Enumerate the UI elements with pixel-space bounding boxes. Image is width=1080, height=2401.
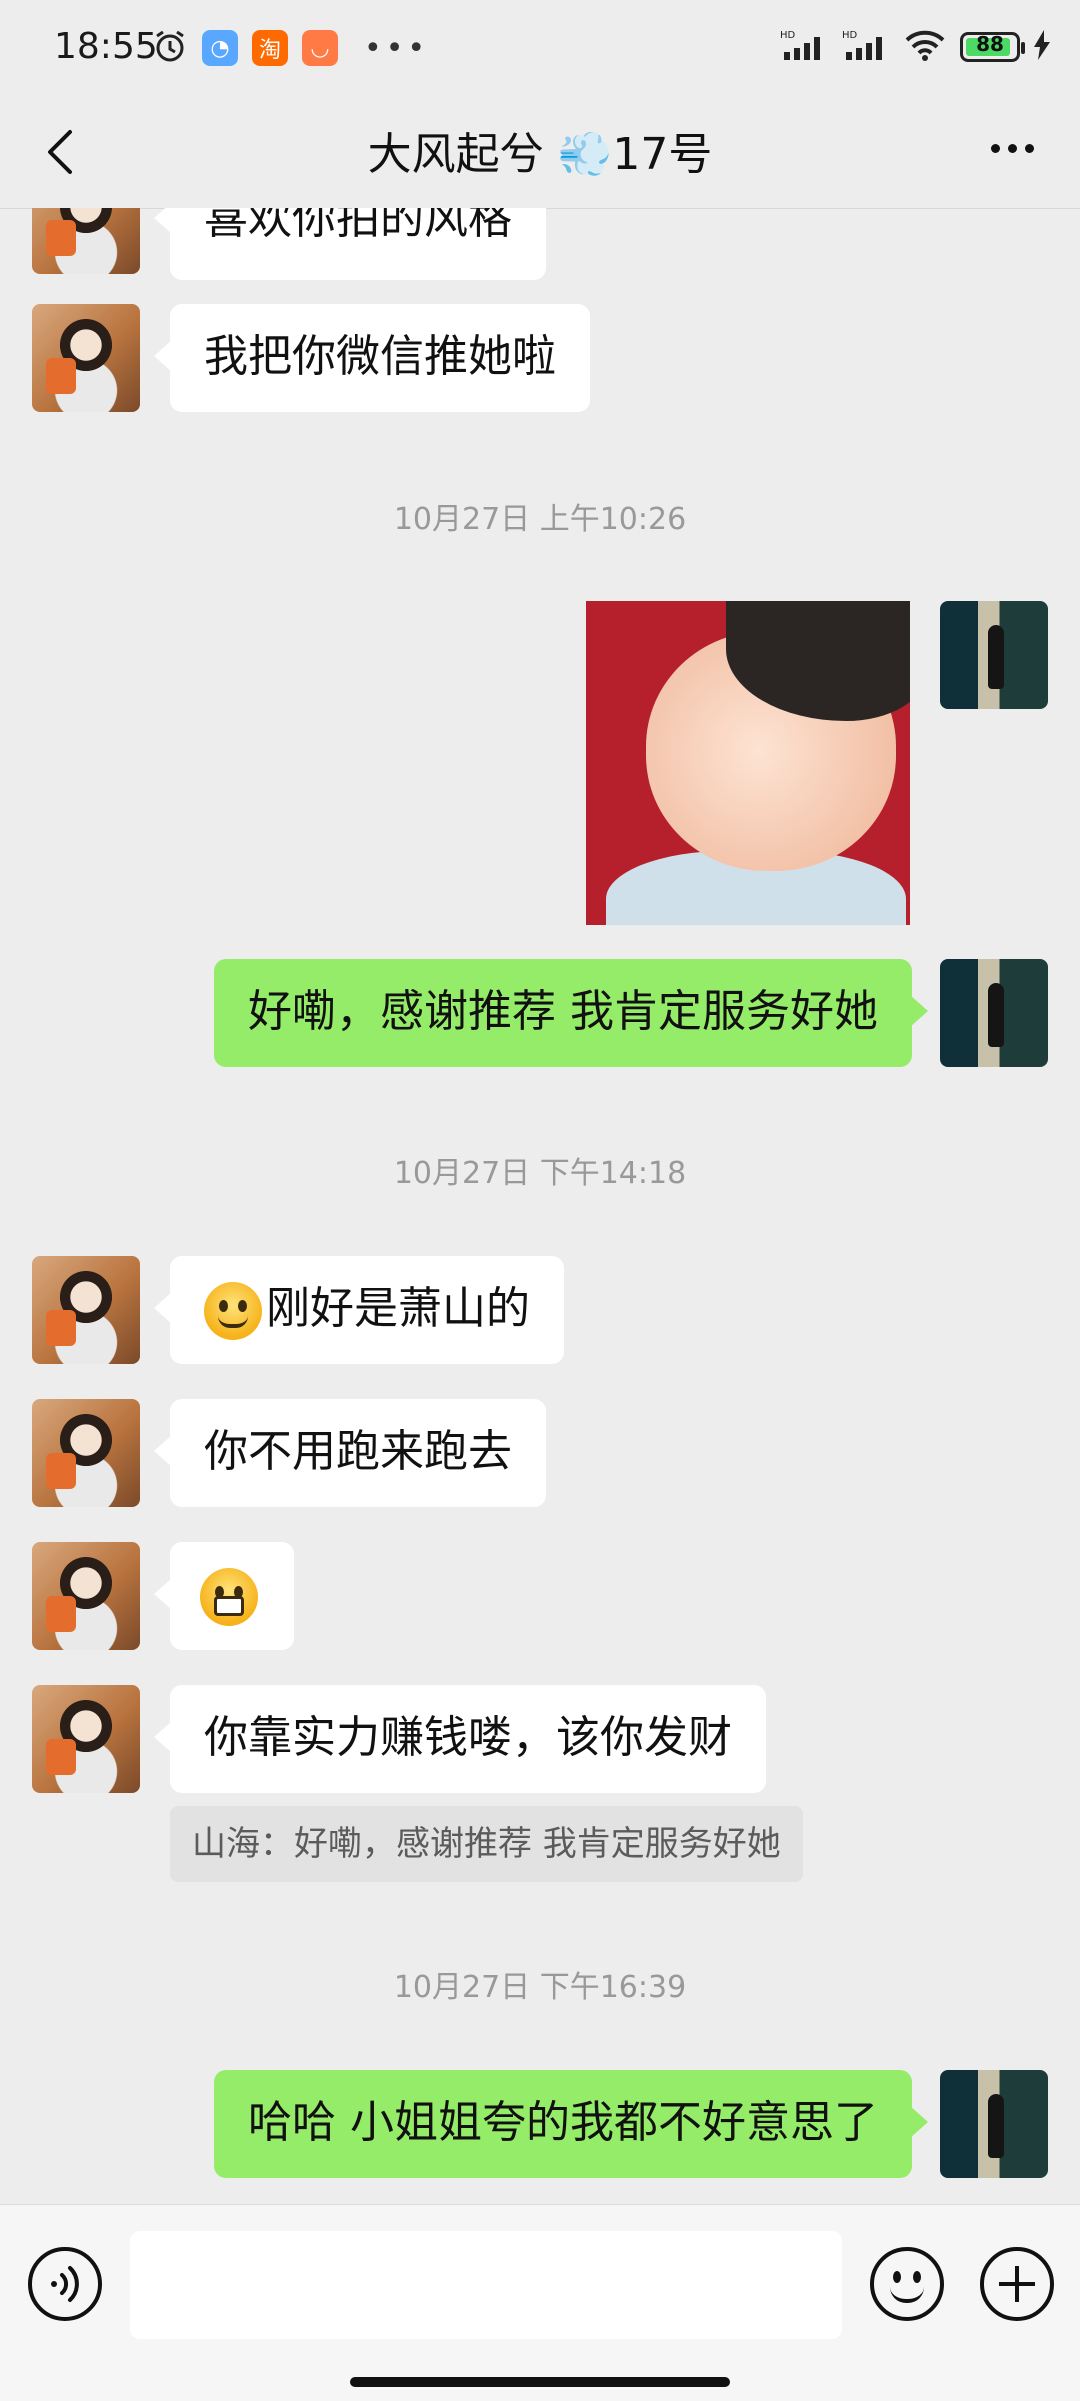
outgoing-message[interactable]: 哈哈 小姐姐夸的我都不好意思了	[214, 2070, 928, 2178]
more-notifications-icon: •••	[364, 30, 430, 66]
status-bar: 18:55 ◔ 淘 ◡ ••• HD HD 88	[0, 0, 1080, 96]
signal-icon-2: HD	[842, 28, 890, 66]
outgoing-message[interactable]: 好嘞，感谢推荐 我肯定服务好她	[214, 959, 928, 1067]
laughing-baby-sticker[interactable]	[586, 601, 910, 925]
svg-text:HD: HD	[780, 30, 796, 41]
timestamp: 10月27日 下午16:39	[393, 1970, 687, 2005]
app-notification-icon: ◔	[202, 30, 238, 66]
incoming-emoji-message[interactable]	[154, 1542, 294, 1650]
battery-level: 88	[976, 32, 1004, 56]
incoming-message[interactable]: 刚好是萧山的	[154, 1256, 564, 1364]
grin-emoji-icon	[200, 1568, 258, 1626]
contact-avatar[interactable]	[32, 304, 140, 412]
chat-header: 大风起兮 💨17号	[0, 96, 1080, 209]
alarm-icon	[152, 28, 188, 68]
incoming-message[interactable]: 喜欢你拍的风格	[154, 208, 546, 280]
my-avatar[interactable]	[940, 2070, 1048, 2178]
battery-icon: 88	[960, 32, 1025, 62]
incoming-message[interactable]: 我把你微信推她啦	[154, 304, 590, 412]
wifi-icon	[904, 28, 946, 66]
voice-icon	[51, 2266, 79, 2302]
more-options-button[interactable]	[980, 120, 1044, 176]
notification-icons: ◔ 淘 ◡ •••	[152, 28, 429, 68]
taobao-icon: 淘	[252, 30, 288, 66]
shop-app-icon: ◡	[302, 30, 338, 66]
message-input[interactable]	[130, 2231, 842, 2339]
message-text: 刚好是萧山的	[266, 1283, 530, 1334]
voice-button[interactable]	[28, 2247, 102, 2321]
status-time: 18:55	[54, 26, 158, 67]
system-icons: HD HD 88	[780, 28, 1050, 66]
incoming-message[interactable]: 你不用跑来跑去	[154, 1399, 546, 1507]
emoji-button[interactable]	[870, 2247, 944, 2321]
signal-icon: HD	[780, 28, 828, 66]
contact-avatar[interactable]	[32, 1256, 140, 1364]
smirk-emoji-icon	[204, 1282, 262, 1340]
timestamp: 10月27日 上午10:26	[393, 502, 687, 537]
home-indicator[interactable]	[350, 2377, 730, 2387]
quoted-reply[interactable]: 山海：好嘞，感谢推荐 我肯定服务好她	[170, 1806, 803, 1882]
contact-avatar[interactable]	[32, 1685, 140, 1793]
timestamp: 10月27日 下午14:18	[393, 1156, 687, 1191]
my-avatar[interactable]	[940, 959, 1048, 1067]
message-list[interactable]: 喜欢你拍的风格 我把你微信推她啦 10月27日 上午10:26 好嘞，感谢推荐 …	[0, 208, 1080, 2204]
more-actions-button[interactable]	[980, 2247, 1054, 2321]
charging-icon	[1034, 30, 1050, 64]
svg-text:HD: HD	[842, 30, 858, 41]
contact-avatar[interactable]	[32, 208, 140, 274]
contact-avatar[interactable]	[32, 1542, 140, 1650]
incoming-message[interactable]: 你靠实力赚钱喽，该你发财	[154, 1685, 766, 1793]
input-bar	[0, 2204, 1080, 2401]
contact-avatar[interactable]	[32, 1399, 140, 1507]
my-avatar[interactable]	[940, 601, 1048, 709]
chat-title: 大风起兮 💨17号	[367, 129, 713, 180]
